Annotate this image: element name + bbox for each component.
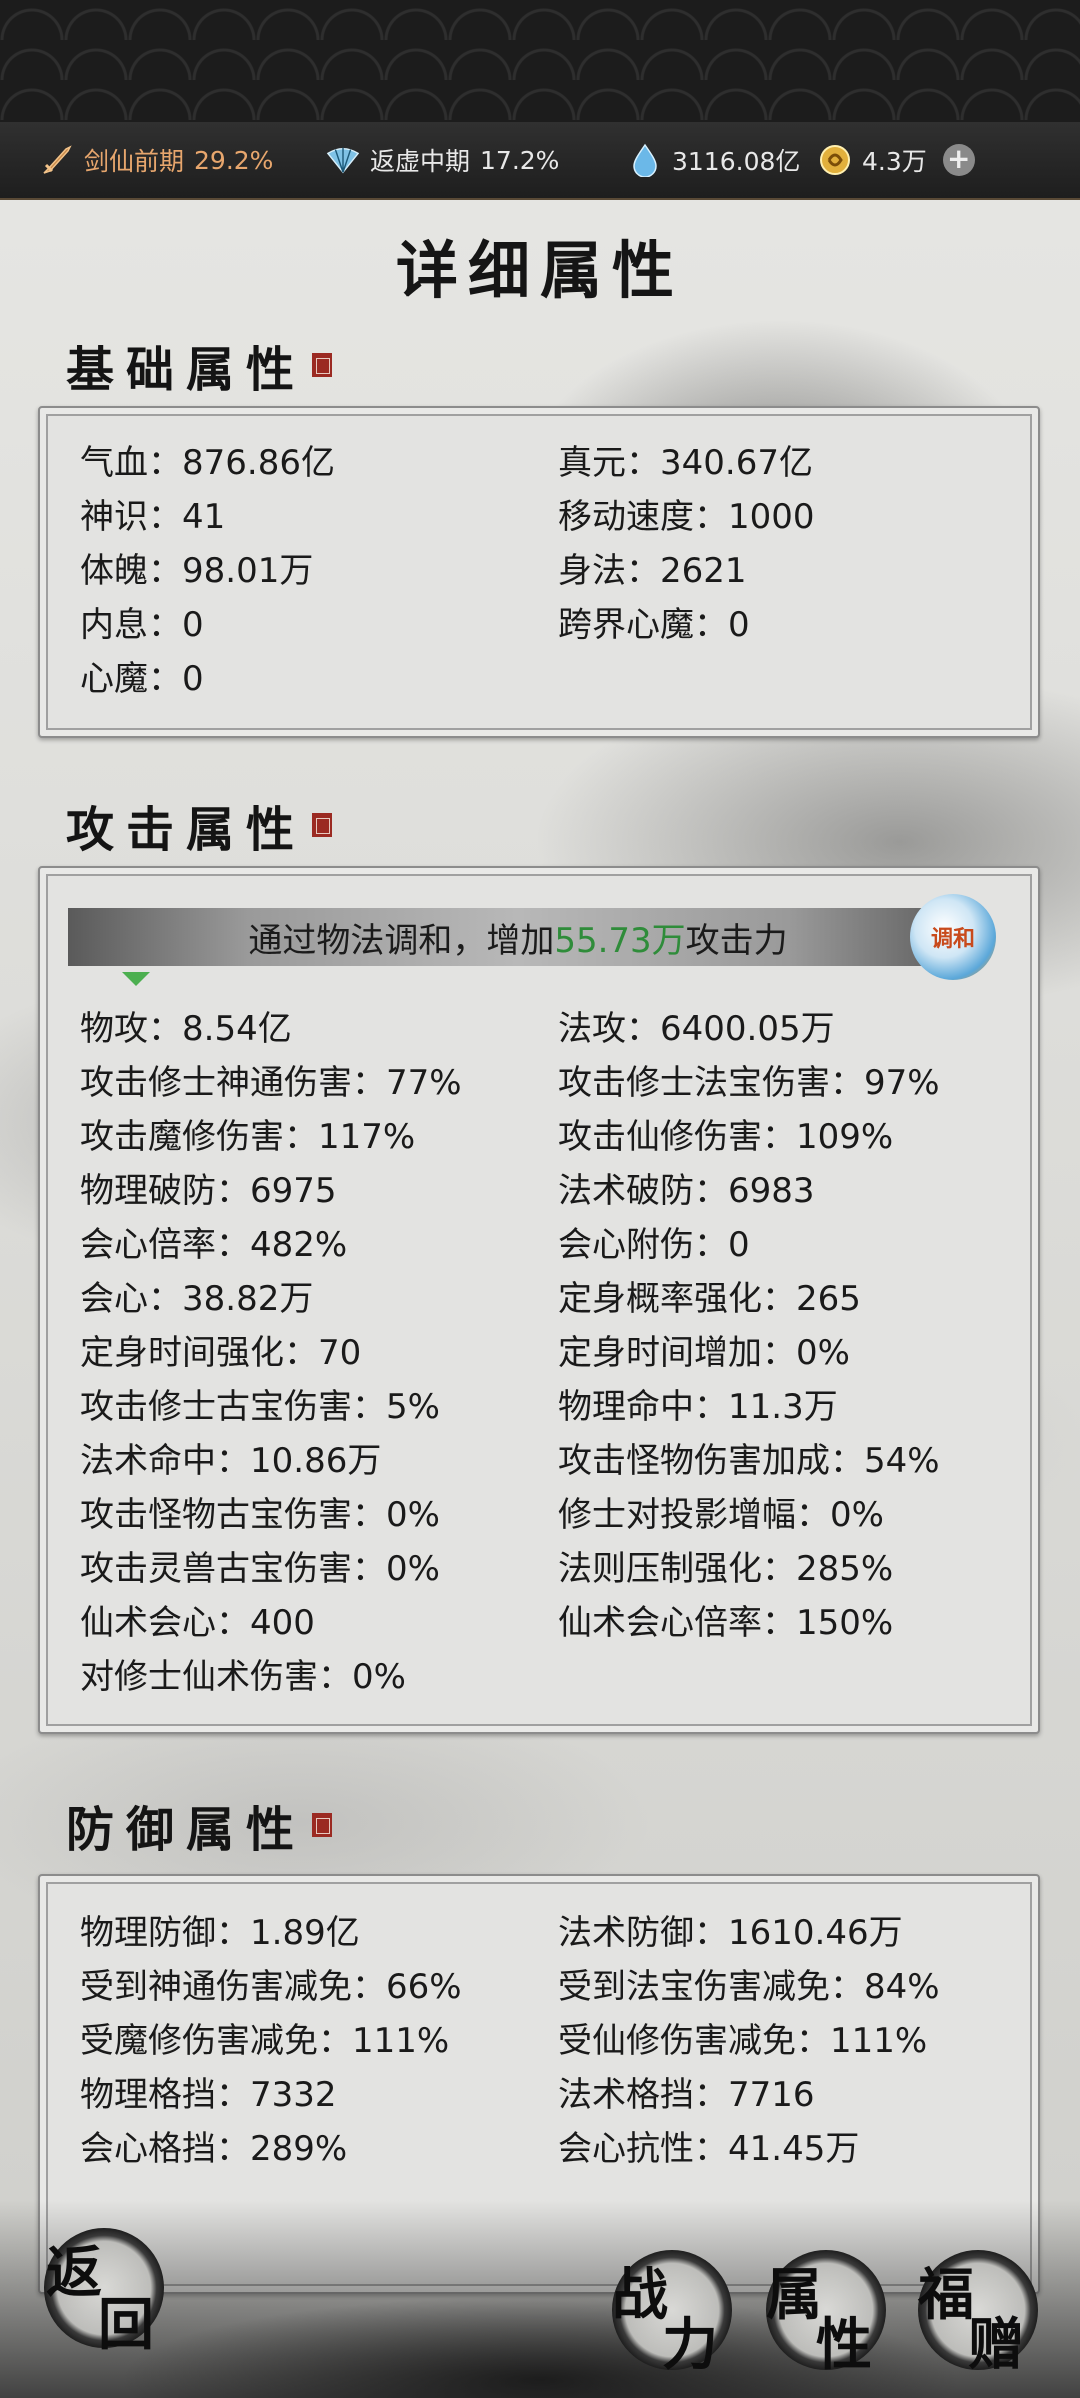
banner-text-pre: 通过物法调和，增加 [248,920,555,961]
page-title: 详细属性 [395,234,684,307]
realm1-percent: 29.2% [194,145,274,175]
spirit-stone-icon [628,143,662,177]
coin-icon [818,143,852,177]
basic-title-text: 基础属性 [66,342,307,398]
resource-bar: 剑仙前期 29.2% 返虚中期 17.2% 3116.08亿 4.3万 + [0,122,1080,200]
back-char-1: 返 [46,2240,102,2306]
section-title-basic: 基础属性 [66,330,333,400]
realm-return-void[interactable]: 返虚中期 17.2% [326,122,559,198]
sword-icon [40,143,74,177]
attr-item: 身法：2621 [558,551,747,591]
attr-item: 定身时间强化：70 [80,1333,362,1373]
attr-item: 物理命中：11.3万 [558,1387,838,1427]
attr-item: 物理破防：6975 [80,1171,337,1211]
power-char-1: 战 [612,2262,668,2328]
attr-item: 会心抗性：41.45万 [558,2129,860,2169]
attr-item: 内息：0 [80,605,204,645]
add-currency-button[interactable]: + [942,144,975,176]
attr-item: 攻击灵兽古宝伤害：0% [80,1549,440,1589]
realm1-label: 剑仙前期 [84,147,185,176]
attr-item: 攻击魔修伤害：117% [80,1117,416,1157]
attr-item: 受到神通伤害减免：66% [80,1967,462,2007]
attack-title-text: 攻击属性 [66,802,307,858]
attr-item: 攻击修士法宝伤害：97% [558,1063,940,1103]
attr-item: 仙术会心倍率：150% [558,1603,894,1643]
banner-value: 55.73万 [554,920,686,961]
attr-item: 攻击修士神通伤害：77% [80,1063,462,1103]
gift-button[interactable]: 福 赠 [918,2250,1038,2378]
basic-attributes-list: 气血：876.86亿 真元：340.67亿 神识：41 移动速度：1000 体魄… [80,436,1018,706]
attr-item: 修士对投影增幅：0% [558,1495,884,1535]
defense-title-text: 防御属性 [66,1802,307,1858]
gift-char-1: 福 [918,2262,974,2328]
expand-arrow-icon[interactable] [122,972,150,986]
attr-item: 定身概率强化：265 [558,1279,861,1319]
harmony-badge-button[interactable]: 调和 [910,894,996,980]
attributes-tab-button[interactable]: 属 性 [766,2250,886,2378]
attack-attributes-panel: 通过物法调和，增加 55.73万 攻击力 调和 物攻：8.54亿 法攻：6400… [38,866,1040,1734]
attrs-char-1: 属 [766,2262,822,2328]
attr-item: 法攻：6400.05万 [558,1009,835,1049]
combat-power-button[interactable]: 战 力 [612,2250,732,2378]
attr-item: 受魔修伤害减免：111% [80,2021,450,2061]
attr-item: 移动速度：1000 [558,497,815,537]
attr-item: 定身时间增加：0% [558,1333,850,1373]
attr-item: 跨界心魔：0 [558,605,750,645]
seal-icon [312,813,333,837]
coin-value: 4.3万 [862,147,927,176]
stone-value: 3116.08亿 [672,147,801,176]
attr-item: 会心：38.82万 [80,1279,314,1319]
back-char-2: 回 [98,2292,154,2358]
attr-item: 攻击仙修伤害：109% [558,1117,894,1157]
attr-item: 法术命中：10.86万 [80,1441,382,1481]
back-button[interactable]: 返 回 [44,2228,164,2358]
seal-icon [312,353,333,377]
attr-item: 法术防御：1610.46万 [558,1913,903,1953]
attr-item: 会心格挡：289% [80,2129,348,2169]
harmony-banner: 通过物法调和，增加 55.73万 攻击力 [68,908,968,966]
realm2-label: 返虚中期 [370,147,471,176]
attr-item: 对修士仙术伤害：0% [80,1657,406,1697]
fan-icon [326,143,360,177]
attr-item: 真元：340.67亿 [558,443,813,483]
seal-icon [312,1813,333,1837]
attr-item: 攻击怪物古宝伤害：0% [80,1495,440,1535]
attr-item: 体魄：98.01万 [80,551,314,591]
defense-attributes-list: 物理防御：1.89亿 法术防御：1610.46万 受到神通伤害减免：66% 受到… [80,1906,1018,2176]
attr-item: 仙术会心：400 [80,1603,315,1643]
attr-item: 会心附伤：0 [558,1225,750,1265]
attr-item: 物理防御：1.89亿 [80,1913,360,1953]
gift-char-2: 赠 [968,2312,1024,2378]
attr-item: 法术破防：6983 [558,1171,815,1211]
attr-item: 受仙修伤害减免：111% [558,2021,928,2061]
section-title-defense: 防御属性 [66,1790,333,1860]
attr-item: 心魔：0 [80,659,204,699]
attack-attributes-list: 物攻：8.54亿 法攻：6400.05万 攻击修士神通伤害：77% 攻击修士法宝… [80,1002,1018,1704]
top-decor-pattern [0,0,1080,122]
attr-item: 物攻：8.54亿 [80,1009,292,1049]
attr-item: 法则压制强化：285% [558,1549,894,1589]
banner-text-post: 攻击力 [685,920,788,961]
attr-item: 会心倍率：482% [80,1225,348,1265]
spirit-stone-count[interactable]: 3116.08亿 [628,122,800,198]
attr-item: 法术格挡：7716 [558,2075,815,2115]
coin-count[interactable]: 4.3万 + [818,122,975,198]
realm-sword-immortal[interactable]: 剑仙前期 29.2% [40,122,273,198]
attr-item: 物理格挡：7332 [80,2075,337,2115]
attrs-char-2: 性 [816,2312,872,2378]
basic-attributes-panel: 气血：876.86亿 真元：340.67亿 神识：41 移动速度：1000 体魄… [38,406,1040,738]
attr-item: 气血：876.86亿 [80,443,335,483]
attr-item: 受到法宝伤害减免：84% [558,1967,940,2007]
realm2-percent: 17.2% [480,145,560,175]
attr-item: 神识：41 [80,497,226,537]
attr-item: 攻击怪物伤害加成：54% [558,1441,940,1481]
section-title-attack: 攻击属性 [66,790,333,860]
power-char-2: 力 [662,2312,718,2378]
attr-item: 攻击修士古宝伤害：5% [80,1387,440,1427]
